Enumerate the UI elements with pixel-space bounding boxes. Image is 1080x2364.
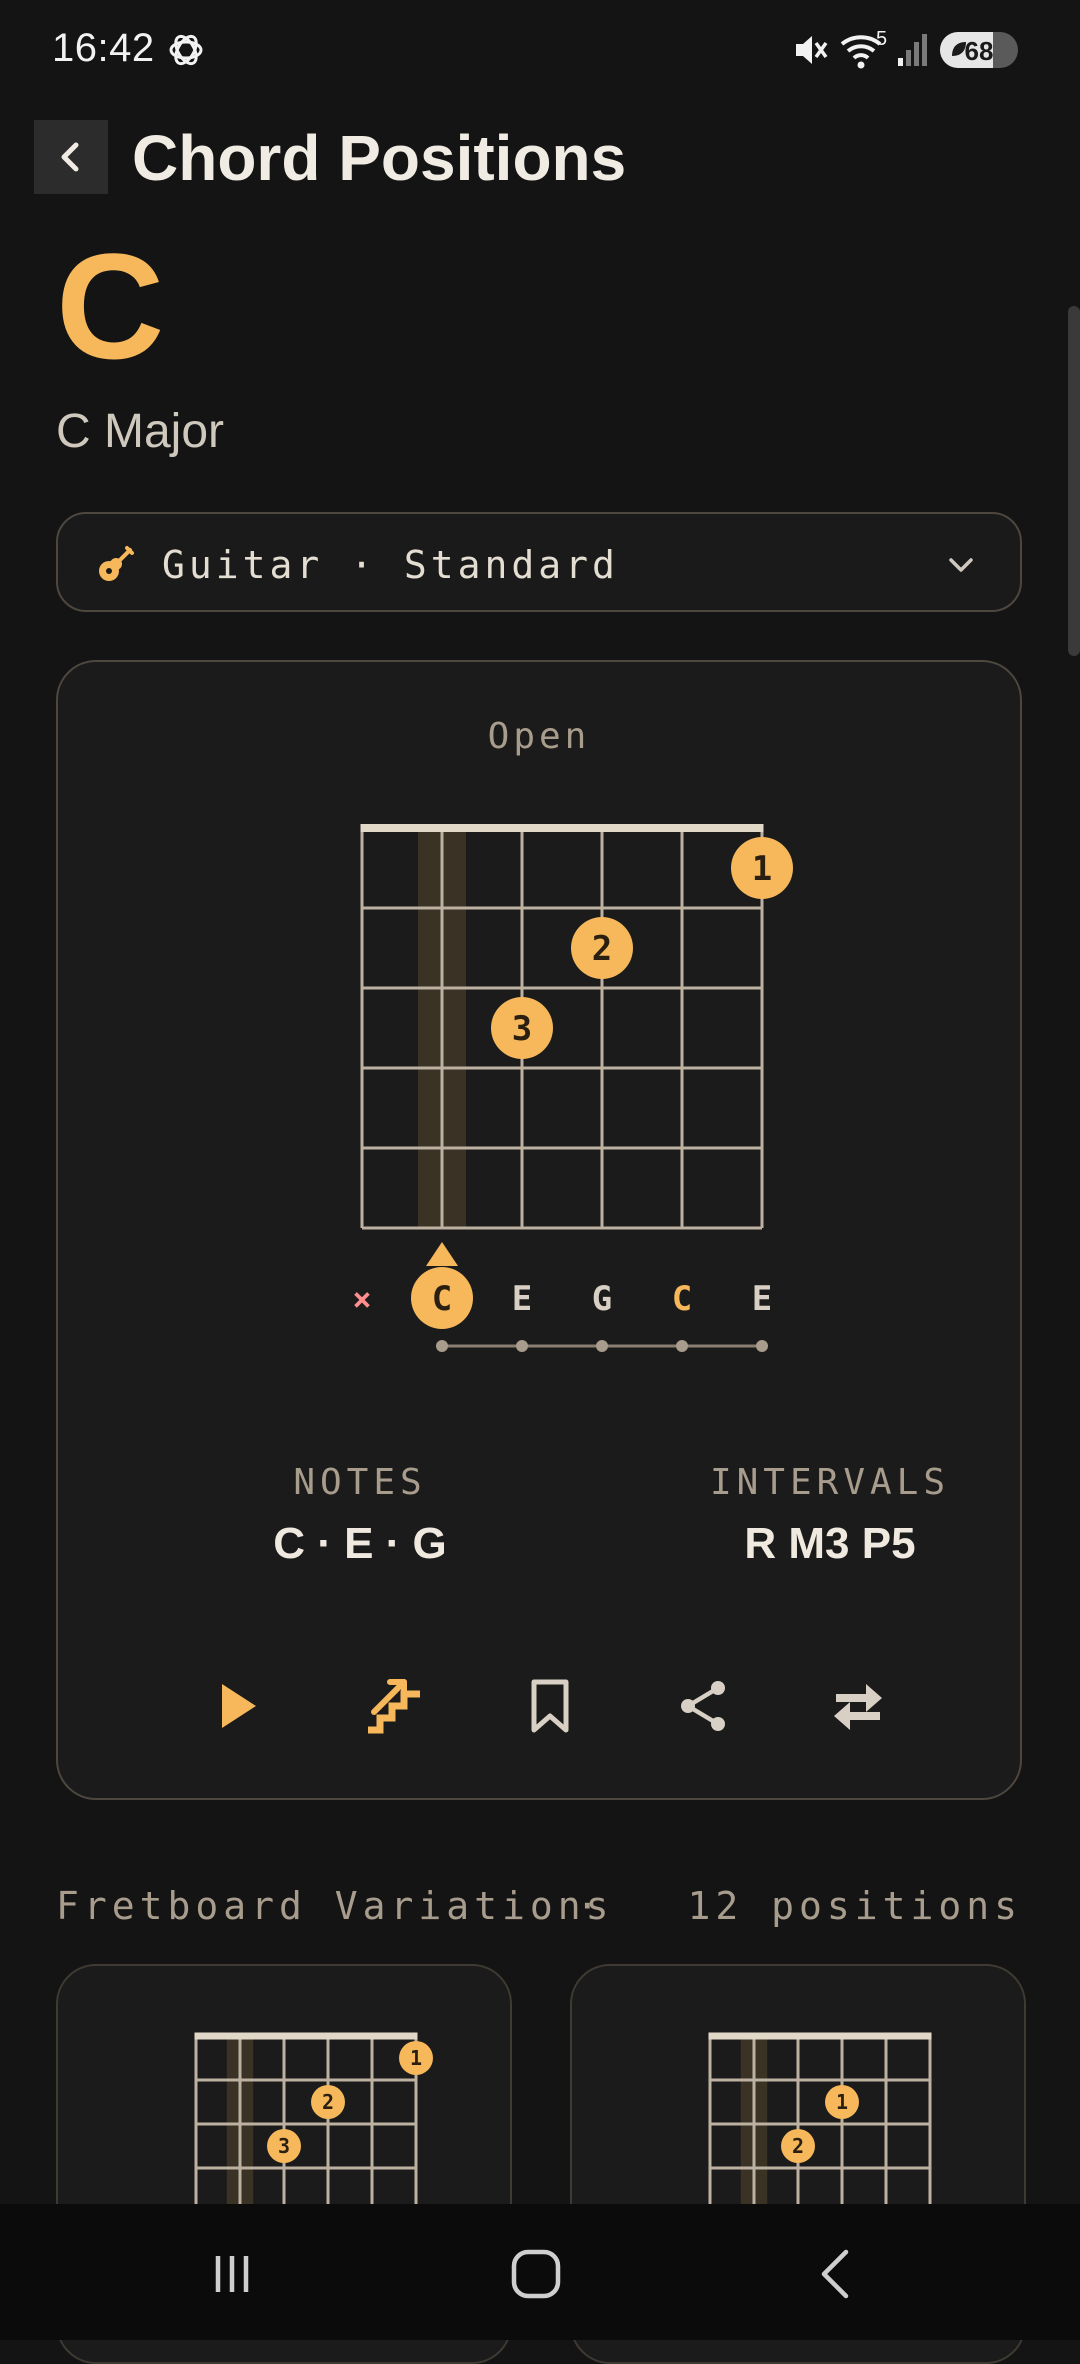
- recent-apps-icon: [215, 2256, 249, 2292]
- string-marker: C: [432, 1279, 452, 1319]
- finger-label: 3: [512, 1009, 532, 1049]
- variations-title: Fretboard Variations: [56, 1884, 614, 1928]
- system-back-button[interactable]: [806, 2242, 870, 2306]
- mute-icon: [796, 36, 828, 64]
- bookmark-icon: [531, 1679, 569, 1733]
- string-dot: [676, 1340, 688, 1352]
- chevron-down-icon: [949, 558, 973, 572]
- battery-level: 68: [964, 36, 994, 66]
- chord-card: Open 1 2 3 × C E G C E NOTES C · E · G INTERVALS…: [56, 660, 1022, 1800]
- chatgpt-icon: [169, 34, 203, 66]
- notes-value: C · E · G: [273, 1519, 447, 1568]
- root-pointer: [426, 1242, 458, 1266]
- variations-count-group: · 12 positions: [576, 1884, 1022, 1928]
- variations-count: 12 positions: [687, 1884, 1022, 1928]
- swap-button[interactable]: [818, 1666, 898, 1746]
- instrument-select[interactable]: Guitar · Standard: [56, 512, 1022, 612]
- chevron-left-icon: [61, 142, 79, 172]
- home-button[interactable]: [504, 2242, 568, 2306]
- recent-apps-button[interactable]: [200, 2242, 264, 2306]
- battery-indicator: 68: [940, 32, 1018, 68]
- chord-diagram: 1 2 3 × C E G C E: [352, 824, 793, 1352]
- bookmark-button[interactable]: [510, 1666, 590, 1746]
- play-icon: [222, 1684, 256, 1728]
- variations-separator: ·: [575, 1884, 604, 1928]
- string-dot: [436, 1340, 448, 1352]
- finger-label: 2: [792, 2134, 804, 2158]
- status-bar: 16:42 5 68: [0, 0, 1080, 100]
- variations-header: Fretboard Variations · 12 positions: [56, 1884, 1022, 1928]
- swap-icon: [834, 1684, 882, 1730]
- intervals-label: INTERVALS: [709, 1462, 951, 1503]
- string-marker: ×: [352, 1280, 371, 1318]
- string-marker: E: [512, 1279, 532, 1319]
- instrument-label: Guitar · Standard: [162, 543, 619, 587]
- play-button[interactable]: [198, 1666, 278, 1746]
- wifi-badge: 5: [876, 28, 888, 50]
- notes-section: NOTES C · E · G: [160, 1462, 560, 1569]
- signal-icon: [898, 34, 927, 66]
- status-time: 16:42: [52, 26, 155, 70]
- chord-name: C Major: [56, 405, 225, 458]
- share-button[interactable]: [664, 1666, 744, 1746]
- string-dot: [756, 1340, 768, 1352]
- notes-label: NOTES: [293, 1462, 427, 1503]
- finger-label: 1: [836, 2090, 848, 2114]
- back-icon: [821, 2249, 849, 2299]
- arpeggio-button[interactable]: [354, 1666, 434, 1746]
- string-marker: G: [592, 1279, 612, 1319]
- string-marker: C: [672, 1279, 692, 1319]
- action-bar: [58, 1666, 1020, 1766]
- intervals-value: R M3 P5: [744, 1519, 916, 1568]
- finger-label: 3: [278, 2134, 290, 2158]
- back-button[interactable]: [34, 120, 108, 194]
- page-title: Chord Positions: [132, 122, 627, 194]
- string-dot: [596, 1340, 608, 1352]
- finger-label: 1: [410, 2046, 422, 2070]
- string-marker: E: [752, 1279, 772, 1319]
- intervals-section: INTERVALS R M3 P5: [630, 1462, 1030, 1569]
- guitar-icon: [99, 546, 134, 581]
- finger-label: 1: [752, 849, 772, 889]
- arpeggio-icon: [368, 1679, 420, 1734]
- navigation-bar: [0, 2204, 1080, 2340]
- home-icon: [511, 2249, 561, 2299]
- share-icon: [681, 1681, 725, 1731]
- finger-label: 2: [592, 929, 612, 969]
- string-dot: [516, 1340, 528, 1352]
- finger-label: 2: [322, 2090, 334, 2114]
- scrollbar[interactable]: [1068, 306, 1080, 656]
- chord-symbol: C: [56, 222, 165, 390]
